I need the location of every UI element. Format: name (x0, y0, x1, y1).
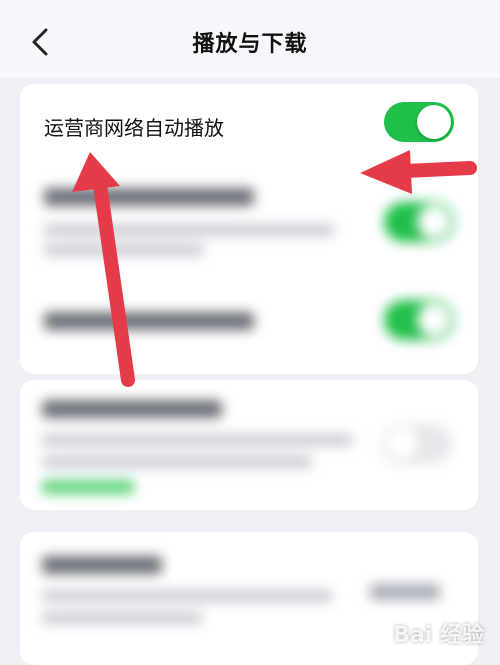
top-bar: 播放与下载 (0, 0, 500, 78)
toggle-knob (417, 105, 451, 139)
carrier-autoplay-label: 运营商网络自动播放 (44, 116, 224, 140)
page-title: 播放与下载 (192, 32, 308, 57)
watermark: Bai 经验 (393, 617, 484, 649)
carrier-autoplay-toggle[interactable] (384, 102, 454, 142)
watermark-text: Bai 经验 (393, 623, 484, 648)
settings-card-autoplay: 运营商网络自动播放 (20, 84, 478, 374)
settings-card-obscured (20, 380, 478, 510)
